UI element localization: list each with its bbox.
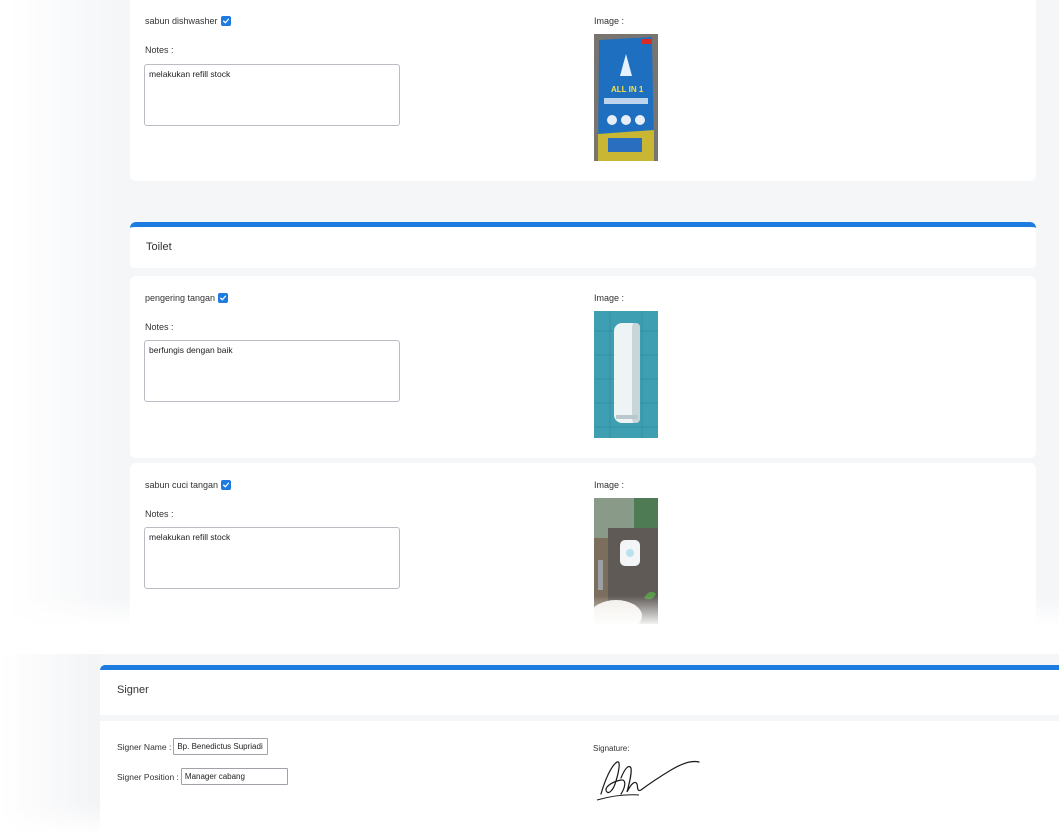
- signer-position-input[interactable]: [180, 768, 288, 785]
- notes-field[interactable]: melakukan refill stock: [144, 64, 400, 126]
- notes-field[interactable]: melakukan refill stock: [144, 527, 400, 589]
- hand-dryer-photo-icon[interactable]: [594, 311, 658, 438]
- signer-name-input[interactable]: [173, 738, 269, 755]
- notes-label: Notes :: [145, 45, 174, 55]
- image-label: Image :: [594, 293, 625, 303]
- signer-position-row: Signer Position :: [117, 768, 288, 785]
- inspection-form-panel: sabun dishwasher Notes : melakukan refil…: [8, 0, 1059, 624]
- notes-label: Notes :: [145, 509, 174, 519]
- section-title: Toilet: [146, 241, 172, 253]
- notes-label: Notes :: [145, 322, 174, 332]
- item-label: sabun dishwasher: [145, 16, 231, 26]
- section-title: Signer: [117, 684, 149, 696]
- handwritten-signature-icon: [591, 754, 711, 804]
- item-label: sabun cuci tangan: [145, 480, 232, 490]
- image-label: Image :: [594, 480, 625, 490]
- item-label: pengering tangan: [145, 293, 229, 303]
- dishwasher-soap-photo-icon[interactable]: ALL IN 1: [594, 34, 658, 161]
- checked-checkbox-icon[interactable]: [218, 293, 229, 303]
- checked-checkbox-icon[interactable]: [220, 16, 231, 26]
- svg-text:ALL IN 1: ALL IN 1: [611, 85, 644, 94]
- item-card-sabun-dishwasher: sabun dishwasher Notes : melakukan refil…: [130, 0, 1036, 181]
- notes-field[interactable]: berfungis dengan baik: [144, 340, 400, 402]
- left-gutter: [8, 0, 118, 624]
- signer-name-label: Signer Name :: [117, 741, 172, 752]
- image-label: Image :: [594, 16, 625, 26]
- section-header-toilet: Toilet: [130, 222, 1036, 268]
- signer-name-row: Signer Name :: [117, 738, 269, 755]
- checked-checkbox-icon[interactable]: [221, 480, 232, 490]
- section-header-signer: Signer: [100, 665, 1059, 715]
- signer-panel: Signer Signer Name : Signer Position : S…: [0, 654, 1059, 832]
- signer-position-label: Signer Position :: [117, 771, 179, 782]
- item-card-pengering-tangan: pengering tangan Notes : berfungis denga…: [130, 276, 1036, 458]
- signature-label: Signature:: [593, 744, 630, 753]
